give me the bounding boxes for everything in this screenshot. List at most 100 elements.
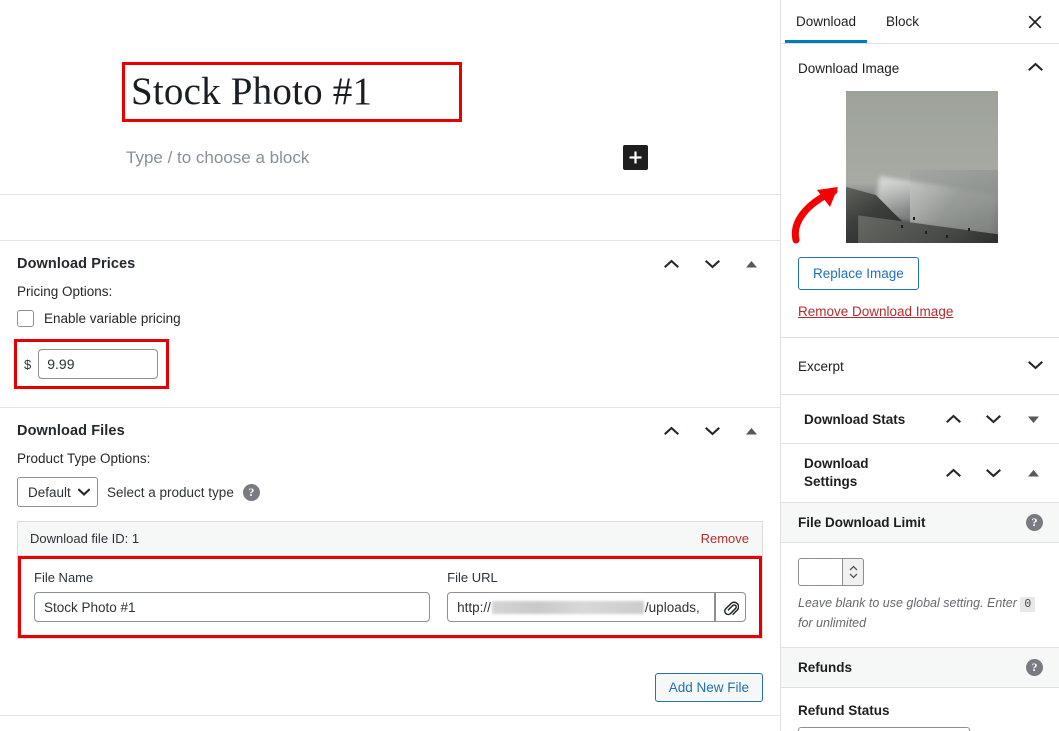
file-name-input[interactable]: [34, 592, 431, 622]
price-input[interactable]: [38, 349, 159, 379]
close-icon[interactable]: [1022, 9, 1048, 35]
file-name-label: File Name: [34, 570, 94, 585]
download-image-header[interactable]: Download Image: [781, 44, 1059, 91]
move-down-icon[interactable]: [983, 409, 1003, 429]
product-type-hint: Select a product type: [107, 484, 234, 500]
sidebar-tabs: Download Block: [781, 0, 1059, 44]
block-editor-canvas: Stock Photo #1 Type / to choose a block: [0, 0, 780, 195]
chevron-down-icon[interactable]: [1028, 357, 1043, 375]
enable-variable-pricing-checkbox[interactable]: [17, 310, 34, 327]
file-url-suffix: /uploads,: [644, 599, 700, 615]
excerpt-title: Excerpt: [798, 358, 844, 374]
number-stepper-icon[interactable]: [842, 558, 864, 586]
collapse-triangle-icon[interactable]: [743, 254, 759, 274]
product-type-row: Default Select a product type ?: [17, 477, 763, 507]
remove-download-image-link[interactable]: Remove Download Image: [798, 304, 953, 319]
download-prices-controls: [661, 254, 764, 274]
file-url-label: File URL: [447, 570, 498, 585]
move-up-icon[interactable]: [661, 421, 681, 441]
tab-block[interactable]: Block: [871, 0, 934, 43]
settings-sidebar: Download Block Download Image Replace Im…: [781, 0, 1059, 731]
file-url-column: File URL http:// /uploads,: [447, 570, 746, 622]
download-file-fields-highlight: File Name File URL http:// /uploads,: [18, 556, 762, 638]
panel-download-image: Download Image Replace Image Remove Down…: [781, 44, 1059, 338]
help-icon[interactable]: ?: [1026, 659, 1043, 676]
download-files-controls: [661, 421, 764, 441]
excerpt-header[interactable]: Excerpt: [781, 338, 1059, 394]
file-url-group: http:// /uploads,: [447, 592, 746, 622]
move-up-icon[interactable]: [943, 409, 963, 429]
block-inserter-icon[interactable]: [623, 145, 648, 170]
product-type-select-wrap: Default: [17, 477, 98, 507]
download-prices-title: Download Prices: [17, 256, 136, 272]
refunds-label: Refunds: [798, 660, 852, 675]
download-limit-group: [798, 558, 864, 586]
variable-pricing-row: Enable variable pricing: [17, 310, 763, 327]
help-icon[interactable]: ?: [1026, 514, 1043, 531]
move-up-icon[interactable]: [661, 254, 681, 274]
file-name-column: File Name: [34, 570, 431, 622]
refund-status-field: Refund Status Default (Refundable): [781, 688, 1059, 731]
refunds-subheader: Refunds ?: [781, 647, 1059, 688]
download-files-title: Download Files: [17, 423, 125, 439]
upload-link-icon[interactable]: [715, 592, 746, 622]
tab-download[interactable]: Download: [781, 0, 871, 43]
move-down-icon[interactable]: [983, 463, 1003, 483]
post-title-highlight: Stock Photo #1: [122, 62, 462, 122]
download-files-body: Product Type Options: Default Select a p…: [0, 451, 780, 657]
edd-download-editor: Stock Photo #1 Type / to choose a block …: [0, 0, 1059, 731]
block-placeholder-text[interactable]: Type / to choose a block: [126, 148, 309, 168]
remove-file-link[interactable]: Remove: [701, 531, 749, 546]
download-image-thumbnail[interactable]: [846, 91, 998, 243]
help-icon[interactable]: ?: [242, 483, 260, 501]
move-up-icon[interactable]: [943, 463, 963, 483]
download-prices-body: Pricing Options: Enable variable pricing…: [0, 284, 780, 407]
refund-status-select-wrap: Default (Refundable): [798, 727, 970, 731]
refund-status-select[interactable]: Default (Refundable): [798, 727, 970, 731]
replace-image-button[interactable]: Replace Image: [798, 257, 919, 290]
download-file-id: Download file ID: 1: [30, 531, 140, 546]
file-download-limit-label: File Download Limit: [798, 515, 926, 530]
download-image-body: Replace Image Remove Download Image: [781, 91, 1059, 337]
metabox-download-prices: Download Prices Pricing Options: Enable …: [0, 241, 780, 408]
pricing-options-label: Pricing Options:: [17, 284, 113, 299]
editor-column: Stock Photo #1 Type / to choose a block …: [0, 0, 781, 731]
thumbnail-sky: [846, 91, 998, 180]
editor-spacer: [0, 195, 780, 241]
download-stats-title: Download Stats: [804, 411, 906, 427]
panel-download-settings: Download Settings File Download Limit ?: [781, 444, 1059, 731]
move-down-icon[interactable]: [702, 421, 722, 441]
file-url-prefix: http://: [457, 599, 491, 615]
download-limit-input[interactable]: [798, 558, 842, 586]
panel-download-stats: Download Stats: [781, 395, 1059, 444]
collapse-triangle-icon[interactable]: [743, 421, 759, 441]
file-download-limit-subheader: File Download Limit ?: [781, 502, 1059, 543]
product-type-options-label: Product Type Options:: [17, 451, 151, 466]
metabox-download-files: Download Files Product Type Options: Def…: [0, 408, 780, 716]
product-type-select[interactable]: Default: [17, 477, 98, 507]
file-download-limit-field: Leave blank to use global setting. Enter…: [781, 543, 1059, 647]
download-limit-note: Leave blank to use global setting. Enter…: [798, 594, 1042, 633]
file-url-input[interactable]: http:// /uploads,: [447, 592, 715, 622]
download-file-card: Download file ID: 1 Remove File Name Fil…: [17, 521, 763, 639]
download-settings-title: Download Settings: [804, 456, 869, 489]
download-prices-header: Download Prices: [0, 241, 780, 284]
add-new-file-button[interactable]: Add New File: [654, 673, 763, 702]
move-down-icon[interactable]: [702, 254, 722, 274]
download-file-card-header: Download file ID: 1 Remove: [18, 522, 762, 556]
collapse-triangle-icon[interactable]: [1023, 463, 1043, 483]
enable-variable-pricing-label: Enable variable pricing: [44, 311, 181, 326]
panel-excerpt: Excerpt: [781, 338, 1059, 395]
file-url-redacted: [491, 600, 644, 614]
currency-symbol: $: [24, 356, 32, 372]
download-stats-header: Download Stats: [781, 395, 1059, 443]
download-stats-controls: [943, 409, 1043, 429]
download-settings-controls: [943, 463, 1043, 483]
post-title[interactable]: Stock Photo #1: [131, 70, 372, 114]
download-settings-header: Download Settings: [781, 444, 1059, 502]
expand-triangle-icon[interactable]: [1023, 409, 1043, 429]
chevron-up-icon[interactable]: [1028, 59, 1043, 77]
download-image-title: Download Image: [798, 60, 900, 76]
note-text-after: for unlimited: [798, 616, 867, 630]
refund-status-label: Refund Status: [798, 703, 890, 718]
